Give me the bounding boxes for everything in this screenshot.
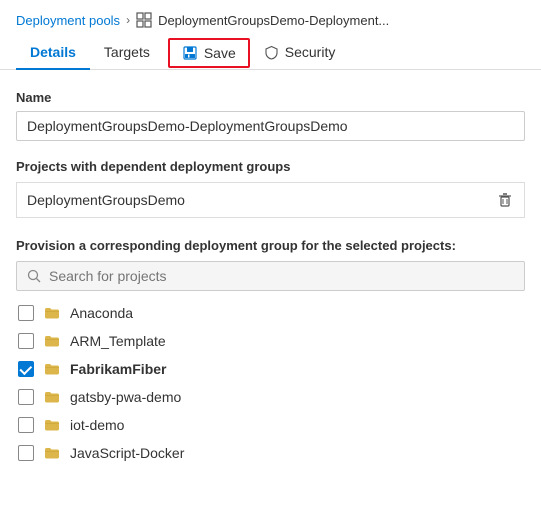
dependent-section-title: Projects with dependent deployment group… <box>16 159 525 174</box>
folder-icon <box>44 445 60 461</box>
folder-icon <box>44 305 60 321</box>
project-name-arm_template: ARM_Template <box>70 333 166 349</box>
project-name-anaconda: Anaconda <box>70 305 133 321</box>
search-icon <box>27 269 41 283</box>
list-item: Anaconda <box>16 301 525 325</box>
name-input[interactable] <box>16 111 525 141</box>
folder-icon <box>44 417 60 433</box>
name-label: Name <box>16 90 525 105</box>
tab-security[interactable]: Security <box>250 36 350 70</box>
security-label: Security <box>285 44 336 60</box>
breadcrumb-parent[interactable]: Deployment pools <box>16 13 120 28</box>
checkbox-javascript-docker[interactable] <box>18 445 34 461</box>
checkbox-gatsby-pwa-demo[interactable] <box>18 389 34 405</box>
project-name-fabrikamfiber: FabrikamFiber <box>70 361 166 377</box>
search-input[interactable] <box>49 268 514 284</box>
tab-details[interactable]: Details <box>16 36 90 70</box>
project-list: Anaconda ARM_Template FabrikamFiber gats… <box>16 301 525 465</box>
security-icon <box>264 45 279 60</box>
checkbox-anaconda[interactable] <box>18 305 34 321</box>
checkbox-fabrikamfiber[interactable] <box>18 361 34 377</box>
search-box <box>16 261 525 291</box>
deployment-pool-icon <box>136 12 152 28</box>
checkbox-arm_template[interactable] <box>18 333 34 349</box>
trash-icon[interactable] <box>496 191 514 209</box>
breadcrumb-separator: › <box>126 13 130 27</box>
save-button[interactable]: Save <box>168 38 250 68</box>
provision-label: Provision a corresponding deployment gro… <box>16 238 525 253</box>
project-name-gatsby-pwa-demo: gatsby-pwa-demo <box>70 389 181 405</box>
checkbox-iot-demo[interactable] <box>18 417 34 433</box>
folder-icon <box>44 389 60 405</box>
list-item: FabrikamFiber <box>16 357 525 381</box>
folder-icon <box>44 333 60 349</box>
dependent-project-name: DeploymentGroupsDemo <box>27 192 185 208</box>
breadcrumb: Deployment pools › DeploymentGroupsDemo-… <box>0 0 541 36</box>
project-name-javascript-docker: JavaScript-Docker <box>70 445 184 461</box>
list-item: ARM_Template <box>16 329 525 353</box>
dependent-projects-row: DeploymentGroupsDemo <box>16 182 525 218</box>
tabs-bar: Details Targets Save Security <box>0 36 541 70</box>
list-item: JavaScript-Docker <box>16 441 525 465</box>
main-content: Name Projects with dependent deployment … <box>0 70 541 485</box>
save-label: Save <box>204 45 236 61</box>
project-name-iot-demo: iot-demo <box>70 417 124 433</box>
breadcrumb-current: DeploymentGroupsDemo-Deployment... <box>158 13 389 28</box>
save-icon <box>182 45 198 61</box>
list-item: iot-demo <box>16 413 525 437</box>
tab-targets[interactable]: Targets <box>90 36 164 70</box>
list-item: gatsby-pwa-demo <box>16 385 525 409</box>
folder-icon <box>44 361 60 377</box>
